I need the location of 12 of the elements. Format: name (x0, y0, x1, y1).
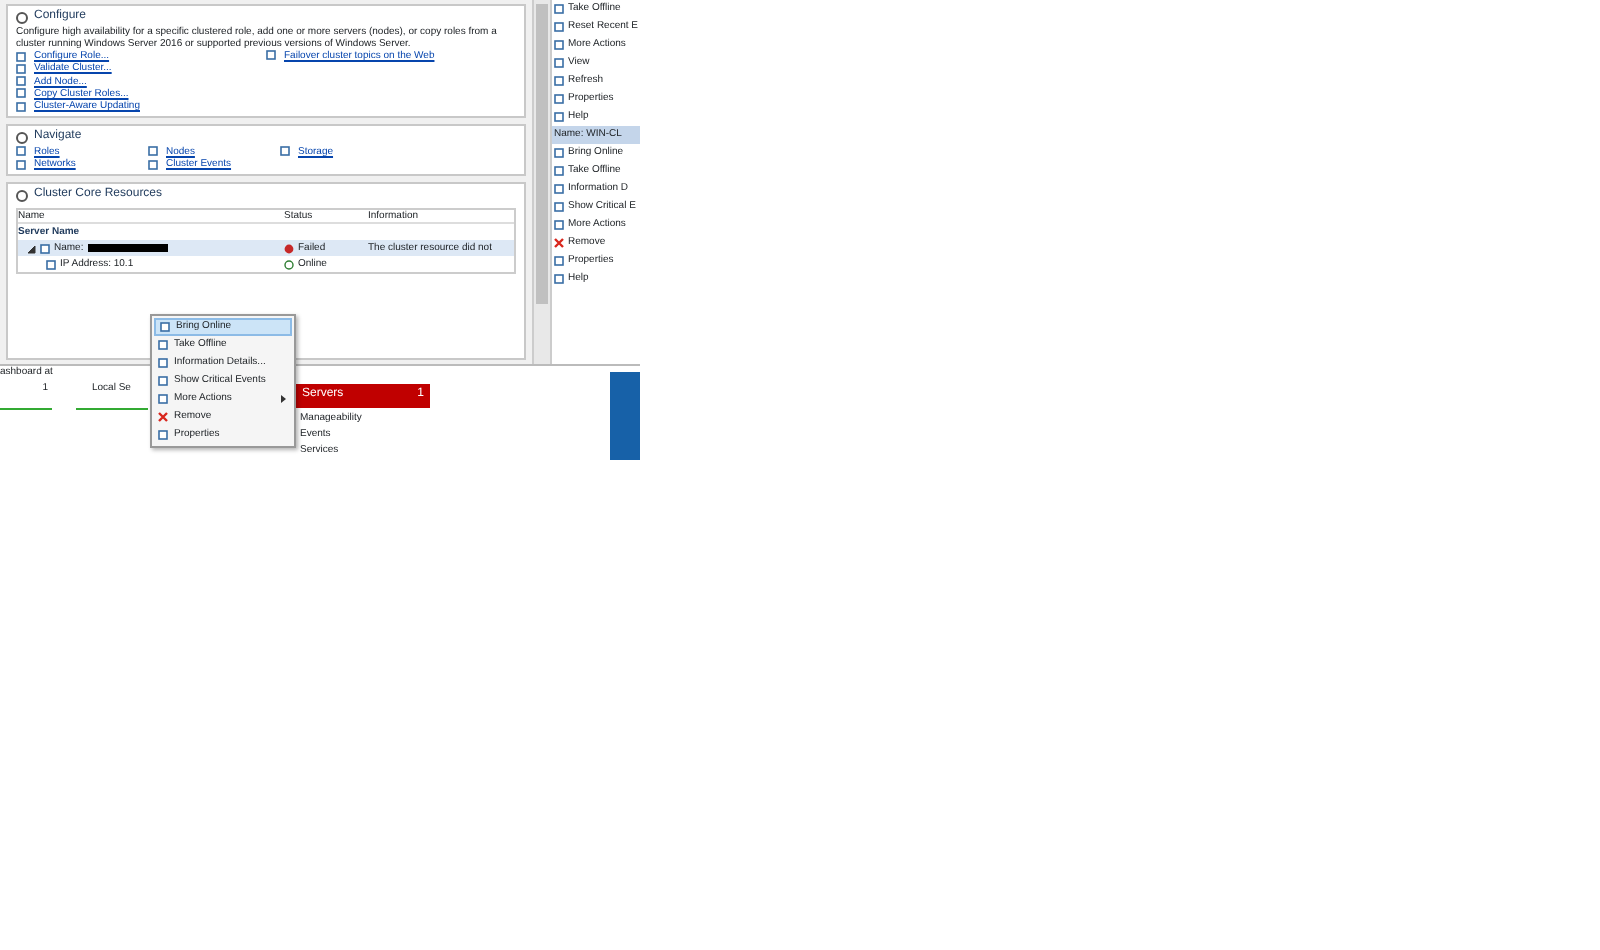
expander-icon[interactable] (26, 243, 36, 253)
check-circle-icon (284, 259, 294, 269)
page-icon (266, 50, 276, 60)
collapse-icon[interactable] (16, 190, 28, 202)
cross-icon (554, 238, 564, 248)
page-icon (158, 430, 168, 440)
cross-icon (158, 412, 168, 422)
collapse-icon[interactable] (16, 132, 28, 144)
collapse-icon[interactable] (16, 11, 28, 24)
taskbar-strip (610, 372, 640, 460)
page-icon (280, 146, 290, 157)
error-icon (284, 243, 294, 253)
